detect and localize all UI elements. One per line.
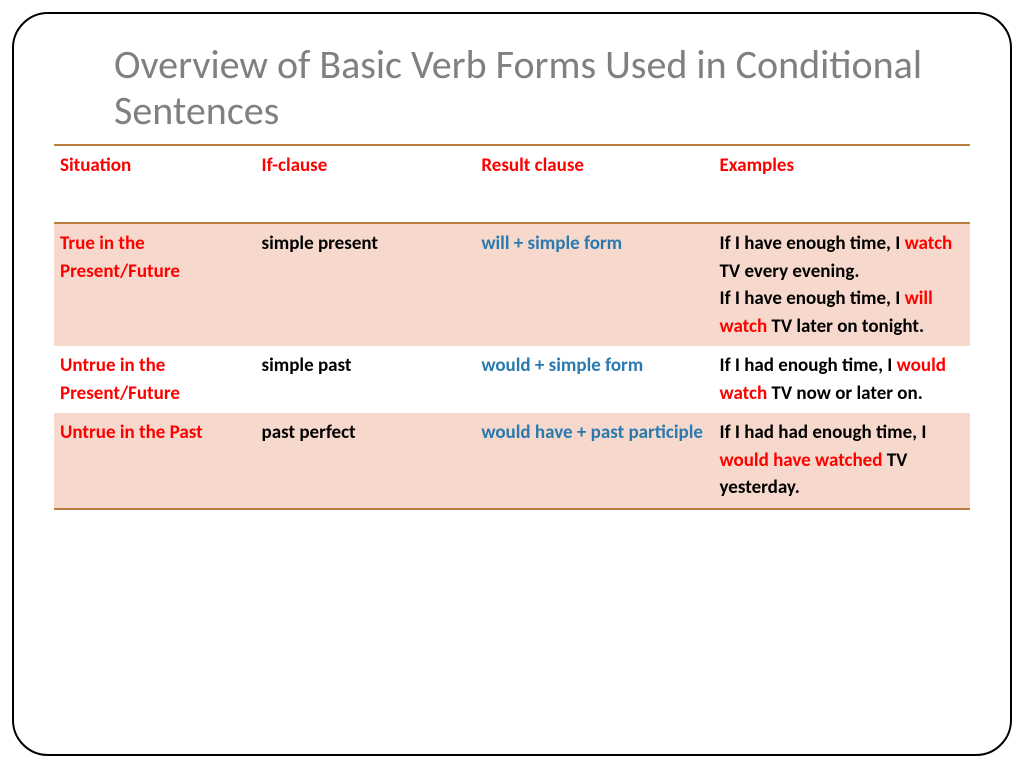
col-ifclause: If-clause [256,145,476,223]
cell-result: would + simple form [475,346,713,413]
cell-situation: True in the Present/Future [54,223,256,346]
cell-situation: Untrue in the Past [54,413,256,509]
cell-ifclause: simple present [256,223,476,346]
col-examples: Examples [714,145,971,223]
cell-example: If I have enough time, I watch TV every … [714,223,971,346]
header-row: Situation If-clause Result clause Exampl… [54,145,970,223]
slide-frame: Overview of Basic Verb Forms Used in Con… [12,12,1012,756]
example-highlight: would have watched [720,449,883,472]
example-text: If I had enough time, I [720,354,897,377]
cell-result: would have + past participle [475,413,713,509]
conditionals-table: Situation If-clause Result clause Exampl… [54,144,970,510]
example-text: If I have enough time, I [720,287,905,310]
example-text: TV now or later on. [767,382,923,405]
example-highlight: watch [905,232,953,255]
cell-example: If I had had enough time, I would have w… [714,413,971,509]
col-result: Result clause [475,145,713,223]
example-text: TV later on tonight. [767,315,924,338]
table-row: True in the Present/Future simple presen… [54,223,970,346]
table-row: Untrue in the Present/Future simple past… [54,346,970,413]
cell-example: If I had enough time, I would watch TV n… [714,346,971,413]
cell-ifclause: simple past [256,346,476,413]
page-title: Overview of Basic Verb Forms Used in Con… [114,42,970,134]
cell-ifclause: past perfect [256,413,476,509]
col-situation: Situation [54,145,256,223]
example-text: If I had had enough time, I [720,421,927,444]
table-row: Untrue in the Past past perfect would ha… [54,413,970,509]
cell-situation: Untrue in the Present/Future [54,346,256,413]
example-text: If I have enough time, I [720,232,905,255]
example-text: TV every evening. [720,260,860,283]
cell-result: will + simple form [475,223,713,346]
